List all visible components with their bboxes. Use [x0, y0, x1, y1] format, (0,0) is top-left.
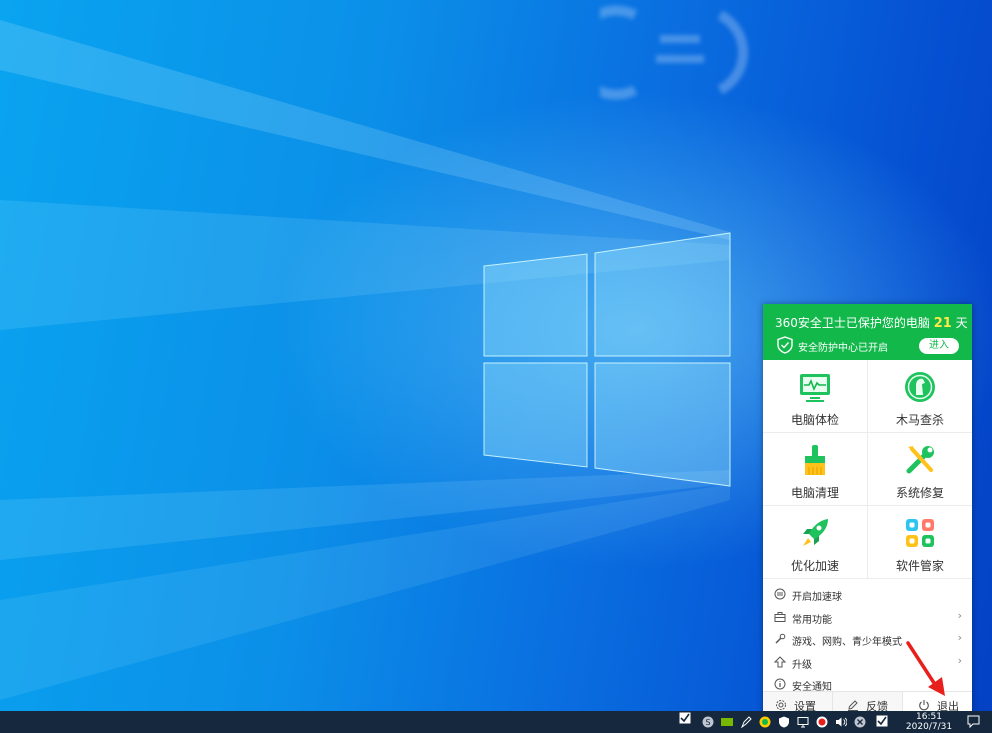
- tile-label: 电脑体检: [790, 413, 839, 427]
- watermark: [569, 5, 980, 100]
- protection-title: 360安全卫士已保护您的电脑 21 天: [775, 316, 968, 331]
- tile-label: 系统修复: [895, 486, 944, 500]
- svg-text:S: S: [705, 718, 710, 727]
- tile-label: 电脑清理: [790, 486, 839, 500]
- clock-date: 2020/7/31: [905, 722, 953, 732]
- tile-trojan-scan[interactable]: 木马查杀: [868, 360, 972, 433]
- taskbar-clock[interactable]: 16:51 2020/7/31: [904, 712, 954, 732]
- info-icon: [774, 678, 786, 690]
- close-circle-tray-icon[interactable]: [854, 716, 866, 728]
- windows-logo: [483, 232, 731, 487]
- chevron-right-icon: ›: [957, 608, 962, 622]
- monitor-icon: [800, 374, 830, 402]
- broom-icon: [805, 445, 825, 475]
- speed-ball-icon: [774, 588, 786, 600]
- taskbar: S 16:51 2020/7/31: [0, 711, 992, 733]
- apps-grid-icon: [906, 519, 934, 547]
- rocket-icon: [803, 519, 828, 546]
- toolbox-icon: [774, 611, 786, 622]
- horse-shield-icon: [905, 372, 935, 402]
- checkmark-tray-icon[interactable]: [876, 715, 888, 727]
- shield-tray-icon[interactable]: [778, 716, 790, 728]
- volume-icon[interactable]: [835, 716, 847, 728]
- tile-pc-checkup[interactable]: 电脑体检: [763, 360, 868, 433]
- shield-check-icon: [777, 336, 793, 354]
- watermark-emblem-icon: [569, 5, 749, 100]
- feature-grid: 电脑体检 木马查杀 电脑清理 系统修复 优化加速 软件管家: [763, 360, 972, 579]
- chevron-right-icon: ›: [957, 653, 962, 667]
- action-center-icon[interactable]: [967, 715, 980, 728]
- menu-item-common-functions[interactable]: 常用功能 ›: [763, 606, 972, 629]
- checkmark-tray-icon[interactable]: [679, 712, 691, 724]
- clock-time: 16:51: [916, 712, 942, 722]
- display-tray-icon[interactable]: [797, 716, 809, 728]
- wrench-icon: [775, 633, 786, 644]
- enter-button[interactable]: 进入: [919, 338, 959, 354]
- menu-item-speed-ball[interactable]: 开启加速球: [763, 583, 972, 606]
- skype-icon[interactable]: S: [702, 716, 714, 728]
- tile-pc-cleanup[interactable]: 电脑清理: [763, 433, 868, 506]
- protection-status: 安全防护中心已开启: [798, 343, 888, 354]
- pen-tray-icon[interactable]: [740, 716, 752, 728]
- tile-system-repair[interactable]: 系统修复: [868, 433, 972, 506]
- tile-label: 木马查杀: [895, 413, 944, 427]
- record-tray-icon[interactable]: [816, 716, 828, 728]
- nvidia-icon[interactable]: [721, 716, 733, 728]
- protected-days: 21: [933, 316, 952, 331]
- power-icon: [919, 700, 929, 711]
- chevron-right-icon: ›: [957, 631, 962, 645]
- wrench-screwdriver-icon: [906, 446, 934, 474]
- gear-icon: [776, 700, 786, 710]
- 360-tray-icon[interactable]: [759, 716, 771, 728]
- red-annotation-arrow-icon: [906, 641, 945, 696]
- upgrade-arrow-icon: [774, 656, 786, 668]
- tile-optimize-speed[interactable]: 优化加速: [763, 506, 868, 579]
- tile-software-manager[interactable]: 软件管家: [868, 506, 972, 579]
- tile-label: 优化加速: [790, 559, 839, 573]
- panel-header: 360安全卫士已保护您的电脑 21 天 安全防护中心已开启 进入: [763, 304, 972, 360]
- pencil-icon: [848, 700, 858, 711]
- tile-label: 软件管家: [895, 559, 944, 573]
